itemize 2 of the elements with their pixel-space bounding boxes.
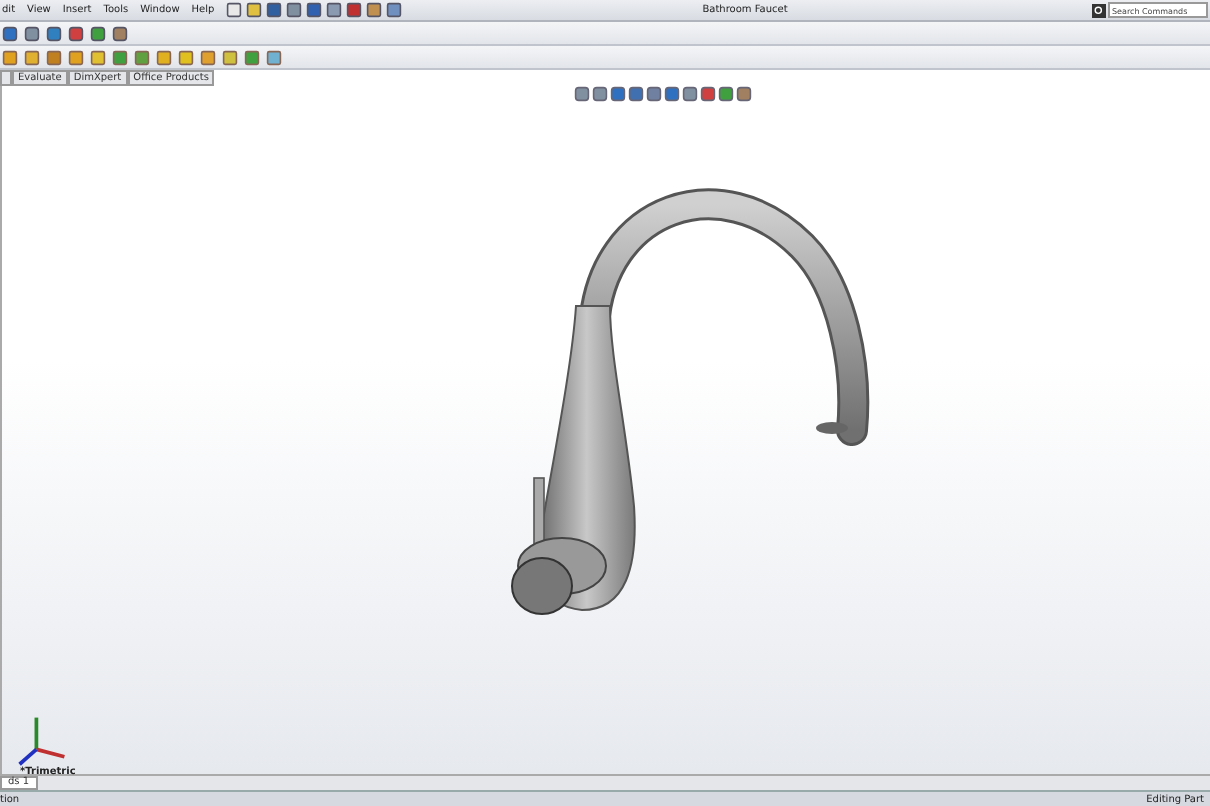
- axis-triad-icon: [14, 712, 70, 768]
- search-icon: [1092, 3, 1106, 17]
